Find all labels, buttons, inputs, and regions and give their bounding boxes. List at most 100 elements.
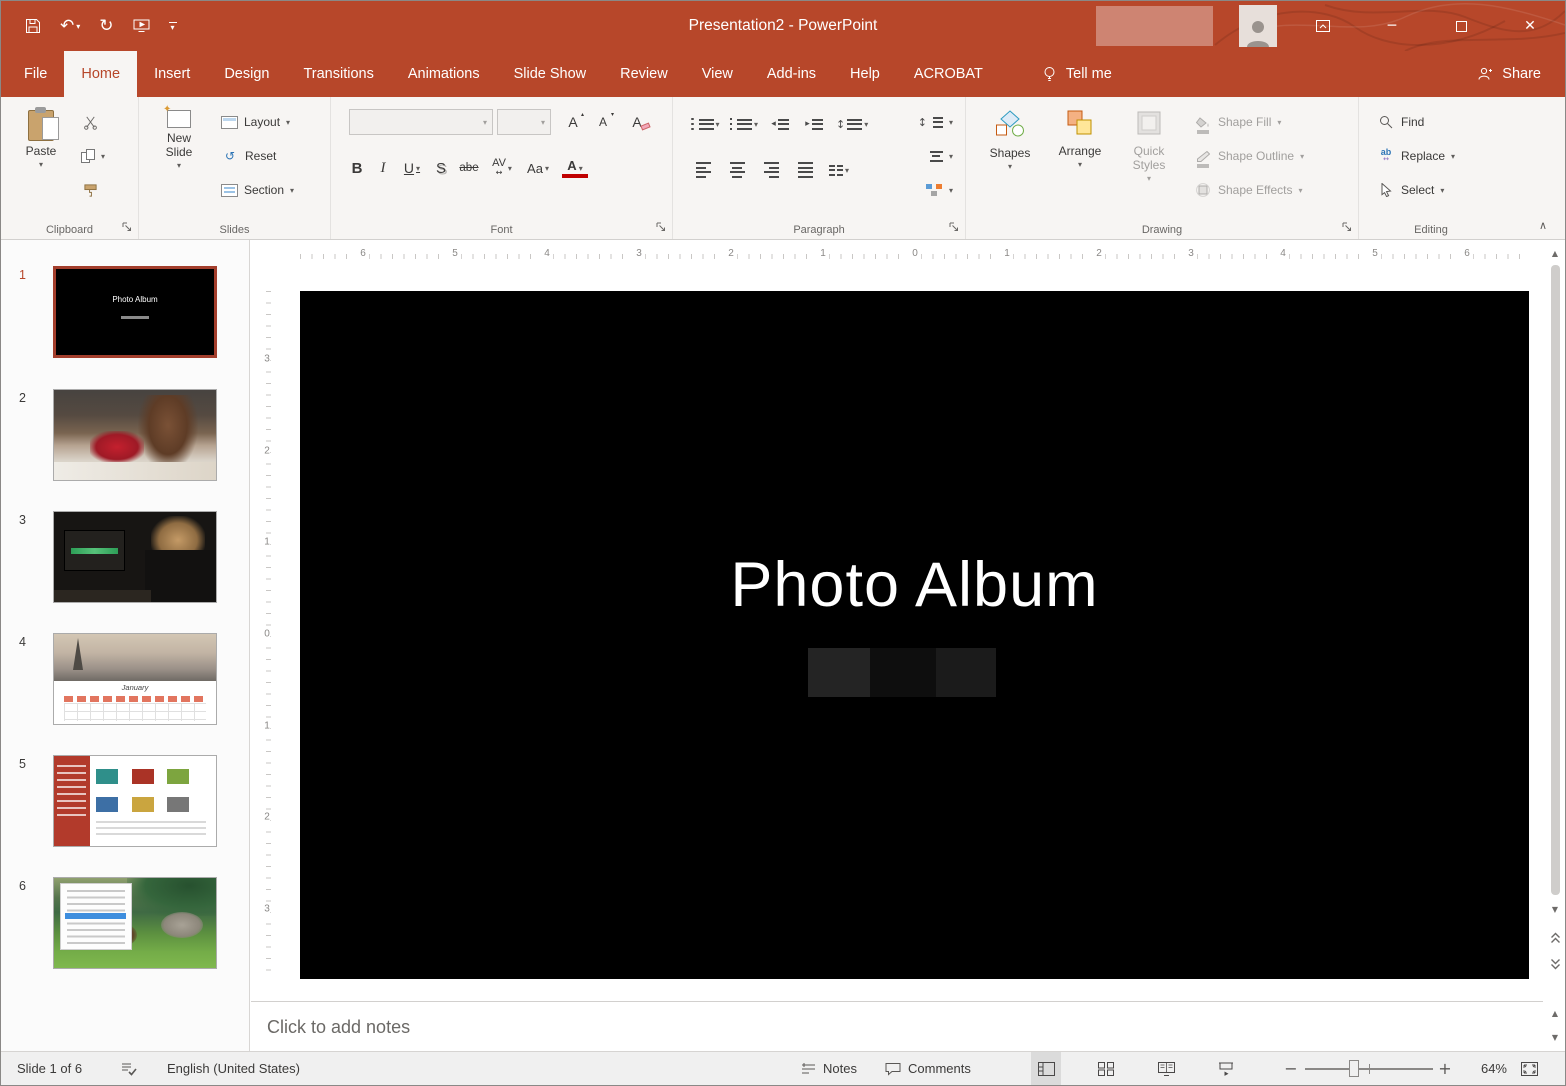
shapes-button[interactable]: Shapes ▾ — [982, 103, 1038, 209]
cut-button[interactable] — [81, 109, 99, 135]
find-button[interactable]: Find — [1377, 109, 1424, 135]
undo-button[interactable]: ↶ ▾ — [60, 18, 80, 35]
scroll-down-button[interactable]: ▼ — [1547, 901, 1563, 917]
bullets-button[interactable]: ▾ — [691, 111, 720, 137]
bold-button[interactable]: B — [345, 155, 369, 181]
zoom-level[interactable]: 64% — [1463, 1052, 1507, 1085]
quick-styles-button[interactable]: Quick Styles ▾ — [1120, 103, 1178, 209]
ribbon-display-options-button[interactable] — [1300, 1, 1346, 51]
align-left-button[interactable] — [691, 157, 715, 183]
shape-outline-button[interactable]: Shape Outline ▾ — [1194, 143, 1304, 169]
tab-transitions[interactable]: Transitions — [286, 51, 390, 97]
share-button[interactable]: Share — [1453, 51, 1565, 97]
reading-view-button[interactable] — [1151, 1052, 1181, 1085]
collapse-ribbon-button[interactable]: ∧ — [1539, 219, 1547, 232]
convert-to-smartart-button[interactable]: ▾ — [925, 177, 953, 203]
reset-icon: ↺ — [221, 148, 239, 164]
scrollbar-thumb[interactable] — [1551, 265, 1560, 895]
next-slide-button[interactable] — [1548, 955, 1562, 973]
tab-acrobat[interactable]: ACROBAT — [897, 51, 1000, 97]
copy-button[interactable]: ▾ — [81, 143, 105, 169]
font-size-combo[interactable]: ▾ — [497, 109, 551, 135]
slide-sorter-view-button[interactable] — [1091, 1052, 1121, 1085]
maximize-button[interactable] — [1438, 1, 1484, 51]
notes-pane[interactable]: Click to add notes — [251, 1001, 1543, 1053]
tab-add-ins[interactable]: Add-ins — [750, 51, 833, 97]
slide-thumbnail-4[interactable]: January — [53, 633, 217, 725]
zoom-slider-thumb[interactable] — [1349, 1060, 1359, 1077]
redo-button[interactable]: ↻ — [99, 18, 113, 35]
tab-insert[interactable]: Insert — [137, 51, 207, 97]
save-button[interactable] — [25, 18, 41, 34]
select-button[interactable]: Select ▾ — [1377, 177, 1444, 203]
replace-button[interactable]: ab ↔ Replace ▾ — [1377, 143, 1455, 169]
shape-fill-button[interactable]: Shape Fill ▾ — [1194, 109, 1281, 135]
numbering-button[interactable]: ▾ — [730, 111, 759, 137]
language-status[interactable]: English (United States) — [167, 1052, 300, 1085]
align-center-button[interactable] — [725, 157, 749, 183]
decrease-indent-button[interactable]: ◂ — [768, 111, 792, 137]
slide-thumbnail-3[interactable] — [53, 511, 217, 603]
align-text-button[interactable]: ▾ — [930, 143, 953, 169]
increase-indent-button[interactable]: ▸ — [802, 111, 826, 137]
tab-animations[interactable]: Animations — [391, 51, 497, 97]
format-painter-button[interactable] — [81, 177, 99, 203]
change-case-button[interactable]: Aa▾ — [521, 155, 555, 181]
strikethrough-button[interactable]: abe — [455, 155, 483, 181]
align-right-button[interactable] — [759, 157, 783, 183]
tell-me-box[interactable]: Tell me — [1026, 51, 1128, 97]
zoom-slider[interactable] — [1305, 1052, 1433, 1085]
grow-font-button[interactable]: A ▴ — [561, 109, 585, 135]
slide-thumbnail-6[interactable] — [53, 877, 217, 969]
notes-toggle-button[interactable]: Notes — [801, 1052, 857, 1085]
tab-view[interactable]: View — [685, 51, 750, 97]
line-spacing-button[interactable]: ↕ ▾ — [836, 111, 868, 137]
undo-caret[interactable]: ▾ — [76, 23, 80, 30]
font-color-button[interactable]: A ▾ — [557, 155, 593, 181]
tab-file[interactable]: File — [7, 51, 64, 97]
fit-slide-to-window-button[interactable] — [1521, 1052, 1538, 1085]
section-button[interactable]: Section ▾ — [221, 177, 294, 203]
justify-button[interactable] — [793, 157, 817, 183]
slide-title[interactable]: Photo Album — [300, 549, 1529, 621]
spell-check-button[interactable] — [121, 1052, 137, 1085]
layout-button[interactable]: Layout ▾ — [221, 109, 290, 135]
arrange-button[interactable]: Arrange ▾ — [1050, 103, 1110, 209]
shrink-font-button[interactable]: A ▾ — [591, 109, 615, 135]
text-direction-button[interactable]: ↕ ▾ — [918, 109, 953, 135]
columns-button[interactable]: ▾ — [827, 157, 851, 183]
tab-design[interactable]: Design — [207, 51, 286, 97]
zoom-in-button[interactable]: + — [1435, 1052, 1455, 1085]
normal-view-button[interactable] — [1031, 1052, 1061, 1085]
tab-help[interactable]: Help — [833, 51, 897, 97]
slide-thumbnail-2[interactable] — [53, 389, 217, 481]
comments-toggle-button[interactable]: Comments — [885, 1052, 971, 1085]
slide-thumbnail-1[interactable]: Photo Album — [53, 266, 217, 358]
zoom-out-button[interactable]: − — [1281, 1052, 1301, 1085]
tab-slide-show[interactable]: Slide Show — [497, 51, 604, 97]
character-spacing-button[interactable]: AV ↔ ▾ — [485, 155, 519, 181]
font-name-combo[interactable]: ▾ — [349, 109, 493, 135]
slide-thumbnail-5[interactable] — [53, 755, 217, 847]
start-from-beginning-button[interactable] — [133, 18, 150, 34]
shape-effects-button[interactable]: Shape Effects ▾ — [1194, 177, 1303, 203]
italic-button[interactable]: I — [371, 155, 395, 181]
paste-button[interactable]: Paste ▾ — [13, 103, 69, 209]
notes-scroll-down-button[interactable]: ▼ — [1547, 1029, 1563, 1045]
previous-slide-button[interactable] — [1548, 929, 1562, 947]
user-avatar[interactable] — [1239, 5, 1277, 47]
clear-formatting-button[interactable]: A — [629, 109, 653, 135]
scroll-up-button[interactable]: ▲ — [1547, 245, 1563, 261]
notes-scroll-up-button[interactable]: ▲ — [1547, 1005, 1563, 1021]
slide-canvas[interactable]: Photo Album — [300, 291, 1529, 979]
customize-qat-button[interactable]: ▾ — [169, 22, 177, 31]
text-shadow-button[interactable]: S — [429, 155, 453, 181]
close-button[interactable]: ✕ — [1507, 1, 1553, 51]
tab-home[interactable]: Home — [64, 51, 137, 97]
slide-show-view-button[interactable] — [1211, 1052, 1241, 1085]
new-slide-button[interactable]: ✦ New Slide ▾ — [149, 103, 209, 209]
reset-button[interactable]: ↺ Reset — [221, 143, 276, 169]
minimize-button[interactable]: ─ — [1369, 1, 1415, 51]
underline-button[interactable]: U▾ — [397, 155, 427, 181]
tab-review[interactable]: Review — [603, 51, 685, 97]
